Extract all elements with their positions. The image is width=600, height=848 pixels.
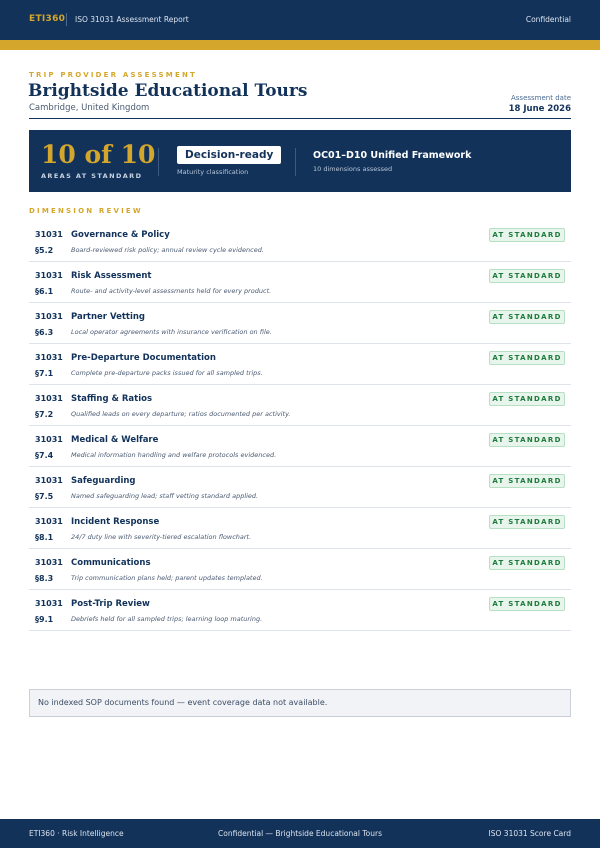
summary-panel: 10 of 10 AREAS AT STANDARD Decision-read…	[29, 130, 571, 192]
status-badge: AT STANDARD	[489, 392, 565, 406]
dimension-description: Local operator agreements with insurance…	[71, 328, 272, 336]
header-rule	[29, 118, 571, 119]
dimension-row: 31031 §7.2 Staffing & Ratios Qualified lead…	[29, 385, 571, 426]
dimension-name: Medical & Welfare	[71, 435, 159, 445]
header-divider	[66, 13, 67, 26]
dimension-name: Post-Trip Review	[71, 599, 150, 609]
dimension-clause: §7.2	[35, 410, 54, 419]
score-label: AREAS AT STANDARD	[41, 172, 143, 180]
classification-label: Confidential	[525, 15, 571, 24]
dimension-clause: §9.1	[35, 615, 54, 624]
dimension-name: Incident Response	[71, 517, 160, 527]
dimension-standard: 31031	[35, 599, 63, 608]
dimension-standard: 31031	[35, 558, 63, 567]
dimension-description: Route- and activity-level assessments he…	[71, 287, 272, 295]
accent-stripe	[0, 40, 600, 50]
dimension-row: 31031 §8.1 Incident Response 24/7 duty line…	[29, 508, 571, 549]
dimension-name: Communications	[71, 558, 151, 568]
status-badge: AT STANDARD	[489, 351, 565, 365]
status-badge: AT STANDARD	[489, 597, 565, 611]
dimension-description: Named safeguarding lead; staff vetting s…	[71, 492, 259, 500]
dimension-standard: 31031	[35, 435, 63, 444]
dimension-row: 31031 §9.1 Post-Trip Review Debriefs held f…	[29, 590, 571, 631]
dimension-standard: 31031	[35, 230, 63, 239]
dimension-row: 31031 §5.2 Governance & Policy Board-review…	[29, 221, 571, 262]
dimension-description: Complete pre-departure packs issued for …	[71, 369, 263, 377]
sop-notice: No indexed SOP documents found — event c…	[29, 689, 571, 717]
dimension-standard: 31031	[35, 476, 63, 485]
dimension-description: Qualified leads on every departure; rati…	[71, 410, 291, 418]
footer-bar: ETI360 · Risk Intelligence Confidential …	[0, 819, 600, 848]
status-badge: AT STANDARD	[489, 474, 565, 488]
status-badge: AT STANDARD	[489, 556, 565, 570]
footer-right: ISO 31031 Score Card	[488, 829, 571, 838]
dimension-row: 31031 §6.1 Risk Assessment Route- and activ…	[29, 262, 571, 303]
framework-subtitle: 10 dimensions assessed	[313, 165, 393, 173]
report-eyebrow: TRIP PROVIDER ASSESSMENT	[29, 71, 197, 79]
dimension-clause: §5.2	[35, 246, 54, 255]
dimension-list: 31031 §5.2 Governance & Policy Board-review…	[29, 221, 571, 631]
dimension-standard: 31031	[35, 353, 63, 362]
report-title: ISO 31031 Assessment Report	[75, 15, 189, 24]
dimension-standard: 31031	[35, 312, 63, 321]
status-badge: AT STANDARD	[489, 515, 565, 529]
dimension-name: Partner Vetting	[71, 312, 146, 322]
dimension-description: Medical information handling and welfare…	[71, 451, 277, 459]
status-badge: AT STANDARD	[489, 433, 565, 447]
status-badge: AT STANDARD	[489, 269, 565, 283]
dimension-clause: §7.5	[35, 492, 54, 501]
dimension-standard: 31031	[35, 271, 63, 280]
dimension-standard: 31031	[35, 517, 63, 526]
provider-location: Cambridge, United Kingdom	[29, 103, 150, 113]
dimension-name: Staffing & Ratios	[71, 394, 153, 404]
dimension-row: 31031 §8.3 Communications Trip communicatio…	[29, 549, 571, 590]
maturity-label: Maturity classification	[177, 168, 249, 176]
assessment-date-label: Assessment date	[511, 94, 571, 102]
dimension-name: Pre-Departure Documentation	[71, 353, 216, 363]
dimension-row: 31031 §6.3 Partner Vetting Local operator a…	[29, 303, 571, 344]
summary-divider	[295, 148, 296, 176]
dimension-description: Board-reviewed risk policy; annual revie…	[71, 246, 264, 254]
status-badge: AT STANDARD	[489, 228, 565, 242]
framework-name: OC01–D10 Unified Framework	[313, 150, 472, 161]
summary-divider	[158, 148, 159, 176]
dimension-clause: §8.1	[35, 533, 54, 542]
score-value: 10 of 10	[41, 140, 156, 169]
dimension-clause: §7.1	[35, 369, 54, 378]
dimension-description: Debriefs held for all sampled trips; lea…	[71, 615, 263, 623]
dimension-name: Safeguarding	[71, 476, 136, 486]
dimension-standard: 31031	[35, 394, 63, 403]
dimension-name: Governance & Policy	[71, 230, 170, 240]
provider-name: Brightside Educational Tours	[28, 81, 308, 101]
maturity-badge: Decision-ready	[177, 146, 282, 164]
dimension-row: 31031 §7.4 Medical & Welfare Medical inform…	[29, 426, 571, 467]
dimension-clause: §8.3	[35, 574, 54, 583]
dimension-row: 31031 §7.5 Safeguarding Named safeguarding …	[29, 467, 571, 508]
assessment-date-value: 18 June 2026	[508, 104, 571, 114]
top-bar: ETI360 ISO 31031 Assessment Report Confi…	[0, 0, 600, 40]
dimension-row: 31031 §7.1 Pre-Departure Documentation Comp…	[29, 344, 571, 385]
dimension-clause: §7.4	[35, 451, 54, 460]
section-title: DIMENSION REVIEW	[29, 207, 143, 215]
dimension-clause: §6.1	[35, 287, 54, 296]
dimension-name: Risk Assessment	[71, 271, 152, 281]
status-badge: AT STANDARD	[489, 310, 565, 324]
brand-logo-text: ETI360	[29, 14, 66, 24]
dimension-description: Trip communication plans held; parent up…	[71, 574, 263, 582]
dimension-clause: §6.3	[35, 328, 54, 337]
dimension-description: 24/7 duty line with severity-tiered esca…	[71, 533, 252, 541]
